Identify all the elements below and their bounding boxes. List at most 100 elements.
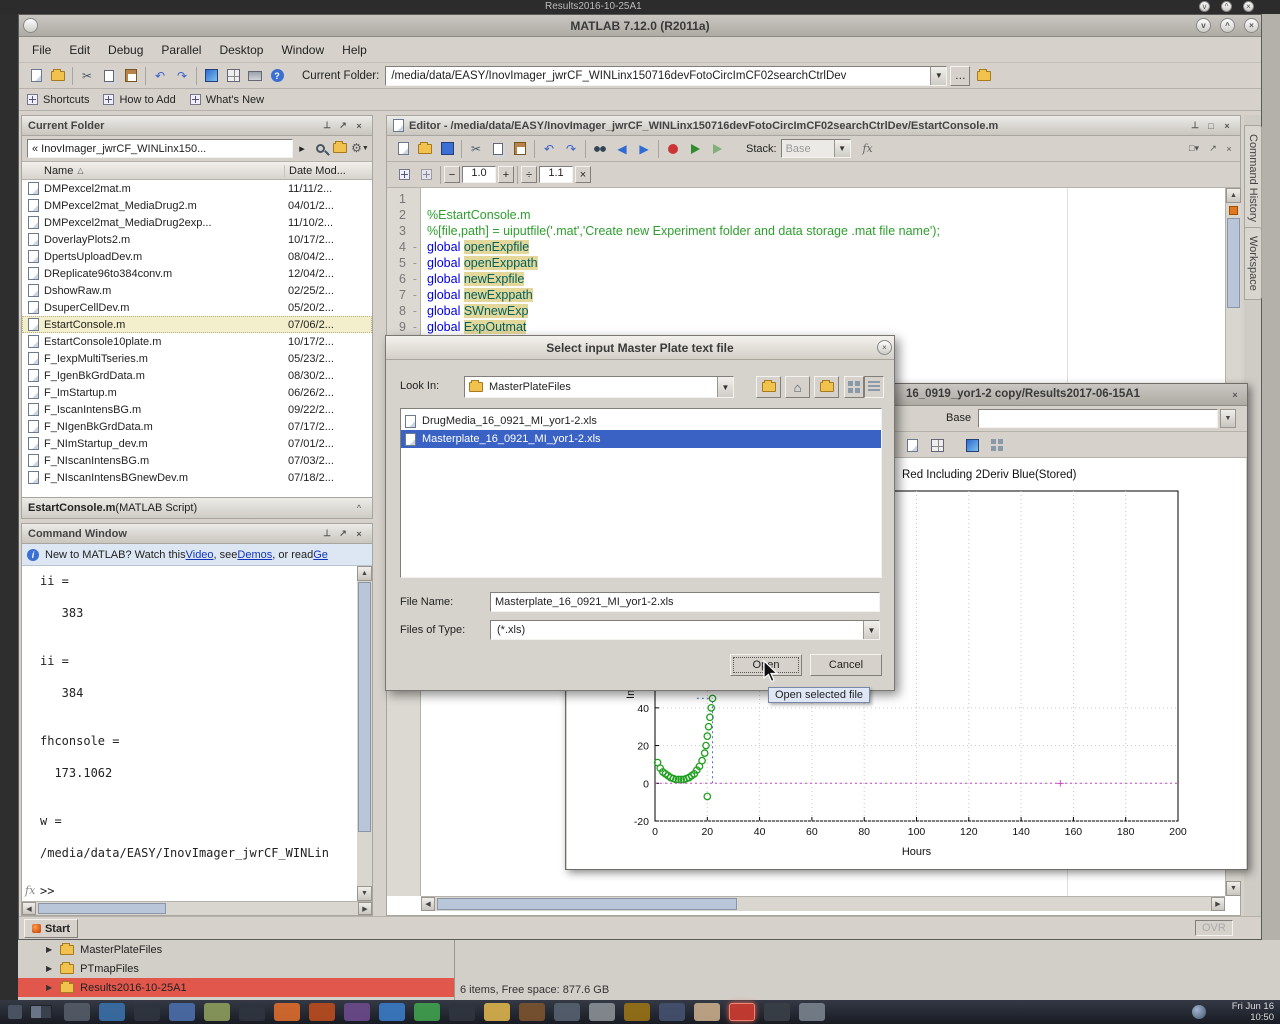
tab-command-history[interactable]: Command History	[1244, 125, 1262, 231]
taskbar-notes-icon[interactable]	[694, 1003, 720, 1021]
list-view-button[interactable]	[844, 376, 864, 398]
new-file-button[interactable]	[25, 65, 47, 87]
command-window-vscrollbar[interactable]: ▲ ▼	[357, 566, 372, 901]
scroll-left-icon[interactable]: ◀	[421, 897, 435, 911]
file-list-item[interactable]: DoverlayPlots2.m 10/17/2...	[22, 231, 372, 248]
command-window-hscrollbar[interactable]: ◀ ▶	[22, 901, 372, 915]
file-list-item[interactable]: DpertsUploadDev.m 08/04/2...	[22, 248, 372, 265]
save-button[interactable]	[436, 138, 458, 160]
pin-icon[interactable]: ⊥	[320, 527, 334, 541]
breadcrumb-expand-button[interactable]: ▸	[295, 139, 309, 158]
cancel-button[interactable]: Cancel	[810, 654, 882, 676]
taskbar-text-editor-icon[interactable]	[204, 1003, 230, 1021]
code-line[interactable]: 5 - global openExppath	[387, 256, 1225, 272]
start-button[interactable]: Start	[24, 919, 78, 938]
folder-breadcrumb[interactable]: « InovImager_jwrCF_WINLinx150...	[27, 139, 293, 158]
code-line[interactable]: 6 - global newExpfile	[387, 272, 1225, 288]
divide-value-button[interactable]: ÷	[521, 166, 537, 183]
file-list-item[interactable]: F_IscanIntensBG.m 09/22/2...	[22, 401, 372, 418]
go-back-icon[interactable]: ◀	[611, 138, 633, 160]
taskbar-file-manager-1-icon[interactable]	[169, 1003, 195, 1021]
file-list-item[interactable]: F_NIscanIntensBG.m 07/03/2...	[22, 452, 372, 469]
undock-icon[interactable]: ↗	[336, 119, 350, 133]
file-name-input[interactable]: Masterplate_16_0921_MI_yor1-2.xls	[490, 592, 880, 612]
increase-value-button[interactable]: +	[498, 166, 514, 183]
cut-button[interactable]: ✂	[76, 65, 98, 87]
bar-chart-icon[interactable]	[961, 434, 983, 456]
open-file-button[interactable]	[414, 138, 436, 160]
expand-triangle-icon[interactable]: ▶	[46, 945, 52, 954]
redo-icon[interactable]: ↷	[560, 138, 582, 160]
taskbar-matlab-icon[interactable]	[309, 1003, 335, 1021]
look-in-combo[interactable]: MasterPlateFiles ▼	[464, 376, 734, 398]
menu-file[interactable]: File	[23, 39, 60, 61]
getting-started-link[interactable]: Ge	[313, 549, 328, 561]
taskbar-office-calc-icon[interactable]	[414, 1003, 440, 1021]
figure-close-icon[interactable]: ×	[1228, 388, 1242, 402]
undock-document-icon[interactable]: ↗	[1206, 142, 1220, 156]
up-one-level-button[interactable]: ↑	[756, 376, 781, 398]
tree-item[interactable]: ▶ MasterPlateFiles	[18, 940, 454, 959]
tree-item[interactable]: ▶ PTmapFiles	[18, 959, 454, 978]
search-icon[interactable]	[310, 138, 330, 158]
file-list-item[interactable]: F_NImStartup_dev.m 07/01/2...	[22, 435, 372, 452]
taskbar-volume-icon[interactable]	[764, 1003, 790, 1021]
minimize-button[interactable]: v	[1196, 18, 1211, 33]
dialog-titlebar[interactable]: Select input Master Plate text file ×	[386, 336, 894, 360]
tree-item[interactable]: ▶ Results2016-10-25A1	[18, 978, 454, 997]
file-list-item[interactable]: F_NIgenBkGrdData.m 07/17/2...	[22, 418, 372, 435]
shortcuts-label[interactable]: Shortcuts	[43, 94, 89, 106]
close-document-icon[interactable]: ×	[1222, 142, 1236, 156]
paste-button[interactable]	[509, 138, 531, 160]
command-window-header[interactable]: Command Window ⊥ ↗ ×	[22, 524, 372, 544]
column-date-modified[interactable]: Date Mod...	[284, 165, 372, 177]
redo-icon[interactable]: ↷	[171, 65, 193, 87]
split-view-icon[interactable]: □▾	[1184, 142, 1204, 156]
code-line[interactable]: 7 - global newExppath	[387, 288, 1225, 304]
copy-button[interactable]	[487, 138, 509, 160]
taskbar-terminal-3-icon[interactable]	[449, 1003, 475, 1021]
details-view-button[interactable]	[864, 376, 884, 398]
figure-base-combo[interactable]	[978, 409, 1218, 428]
file-list-item[interactable]: DshowRaw.m 02/25/2...	[22, 282, 372, 299]
file-list-item[interactable]: F_ImStartup.m 06/26/2...	[22, 384, 372, 401]
dialog-close-icon[interactable]: ×	[877, 340, 892, 355]
code-line[interactable]: 8 - global SWnewExp	[387, 304, 1225, 320]
guide-button[interactable]	[222, 65, 244, 87]
file-list-item[interactable]: DsuperCellDev.m 05/20/2...	[22, 299, 372, 316]
menu-edit[interactable]: Edit	[60, 39, 99, 61]
line-chart-icon[interactable]	[986, 434, 1008, 456]
taskbar-browser-icon[interactable]	[274, 1003, 300, 1021]
hscroll-thumb[interactable]	[38, 903, 166, 914]
value-field-2[interactable]: 1.1	[539, 166, 573, 183]
stack-combo[interactable]: Base ▼	[781, 139, 851, 158]
file-list-item[interactable]: F_IexpMultiTseries.m 05/23/2...	[22, 350, 372, 367]
dialog-file-list[interactable]: DrugMedia_16_0921_MI_yor1-2.xls Masterpl…	[400, 408, 882, 578]
sort-ascending-icon[interactable]: △	[77, 166, 83, 175]
menu-window[interactable]: Window	[272, 39, 333, 61]
current-folder-header[interactable]: Current Folder ⊥ ↗ ×	[22, 116, 372, 136]
code-line[interactable]: 4 - global openExpfile	[387, 240, 1225, 256]
pin-icon[interactable]: ⊥	[320, 119, 334, 133]
file-list-item[interactable]: DMPexcel2mat_MediaDrug2exp... 11/10/2...	[22, 214, 372, 231]
find-button[interactable]	[589, 138, 611, 160]
value-field-1[interactable]: 1.0	[462, 166, 496, 183]
taskbar-menu-icon[interactable]	[64, 1003, 90, 1021]
run-button[interactable]	[684, 138, 706, 160]
taskbar-calculator-icon[interactable]	[659, 1003, 685, 1021]
video-link[interactable]: Video	[186, 549, 214, 561]
cut-button[interactable]: ✂	[465, 138, 487, 160]
go-forward-icon[interactable]: ▶	[633, 138, 655, 160]
insert-section-below-icon[interactable]	[415, 164, 437, 186]
file-list-item[interactable]: F_NIscanIntensBGnewDev.m 07/18/2...	[22, 469, 372, 486]
chevron-down-icon[interactable]: ▼	[717, 377, 733, 397]
new-script-button[interactable]	[392, 138, 414, 160]
copy-button[interactable]	[98, 65, 120, 87]
shortcut-how-to-add[interactable]: How to Add	[119, 94, 175, 106]
menu-desktop[interactable]: Desktop	[210, 39, 272, 61]
insert-section-icon[interactable]	[393, 164, 415, 186]
close-icon[interactable]: ×	[1220, 119, 1234, 133]
browse-folder-button[interactable]: …	[950, 66, 970, 86]
expand-triangle-icon[interactable]: ▶	[46, 964, 52, 973]
file-list-item[interactable]: DMPexcel2mat.m 11/11/2...	[22, 180, 372, 197]
